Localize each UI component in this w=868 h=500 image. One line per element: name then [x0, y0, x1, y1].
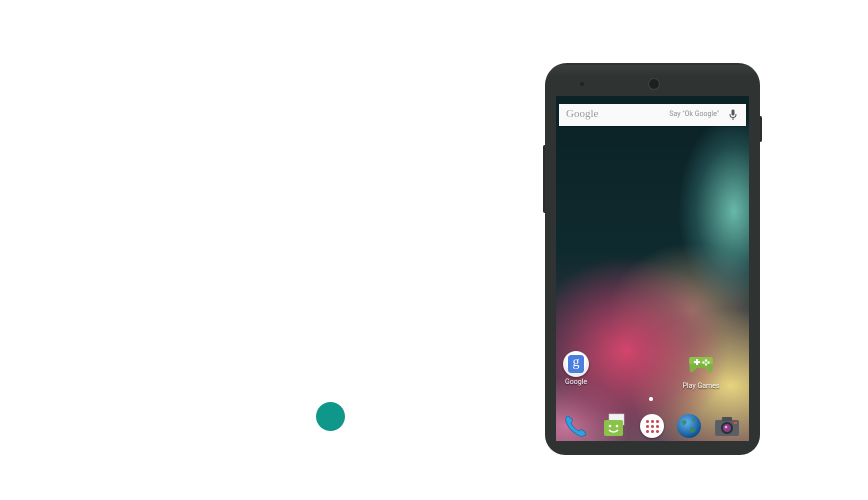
page-indicator [649, 397, 653, 401]
google-search-bar[interactable]: Google Say "Ok Google" [559, 104, 746, 126]
dock [556, 409, 749, 441]
gamepad-icon [689, 357, 713, 373]
stage: Google Say "Ok Google" g Google Play Gam… [0, 0, 868, 500]
proximity-sensor [580, 82, 584, 86]
dock-messenger[interactable] [600, 412, 628, 440]
dock-phone[interactable] [562, 412, 590, 440]
browser-globe-icon [677, 414, 701, 438]
app-play-games[interactable]: Play Games [681, 351, 721, 390]
voice-search-hint: Say "Ok Google" [669, 110, 719, 118]
google-logo: Google [566, 108, 599, 120]
app-label-google: Google [564, 378, 588, 386]
phone-device: Google Say "Ok Google" g Google Play Gam… [545, 63, 760, 455]
dock-browser[interactable] [675, 412, 703, 440]
dock-camera[interactable] [713, 412, 741, 440]
camera-icon [715, 417, 739, 436]
front-camera [648, 78, 660, 90]
messenger-icon [604, 413, 625, 436]
app-label-play-games: Play Games [682, 382, 720, 390]
microphone-icon[interactable] [729, 109, 737, 121]
touch-indicator [316, 402, 345, 431]
home-screen[interactable]: Google Say "Ok Google" g Google Play Gam… [556, 96, 749, 441]
google-search-icon: g [563, 351, 589, 377]
phone-icon [565, 415, 587, 437]
all-apps-icon [640, 414, 664, 438]
app-google[interactable]: g Google [556, 351, 596, 386]
dock-all-apps[interactable] [638, 412, 666, 440]
